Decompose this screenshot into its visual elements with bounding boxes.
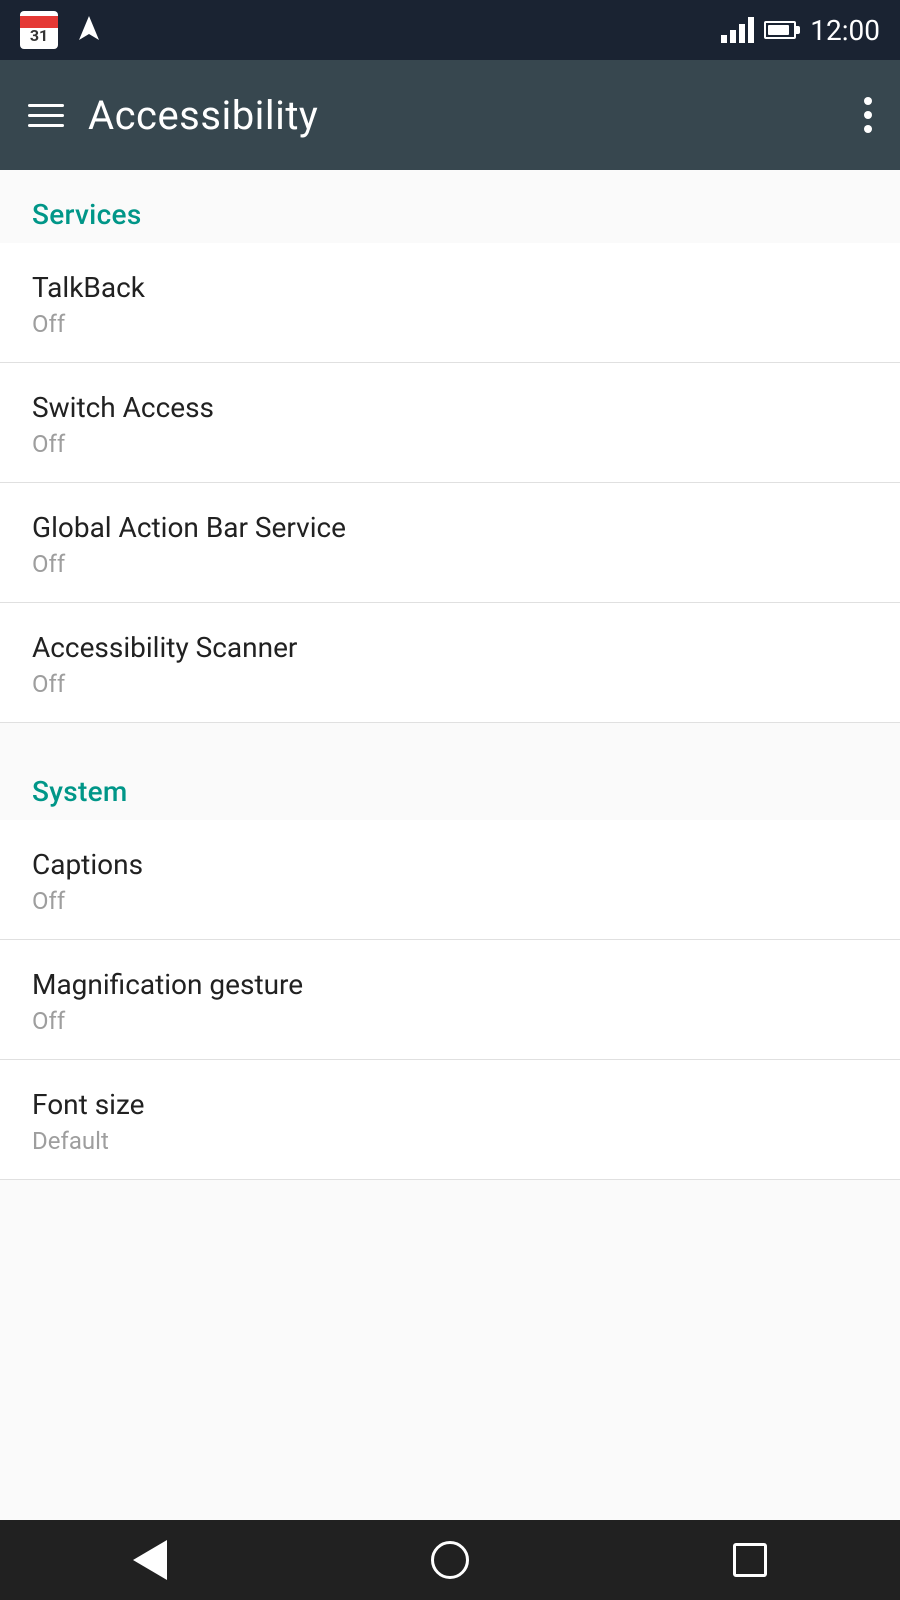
item-title-captions: Captions (32, 848, 868, 881)
list-item-switch-access[interactable]: Switch Access Off (0, 363, 900, 483)
menu-button[interactable] (28, 104, 64, 127)
section-header-services: Services (0, 170, 900, 243)
item-subtitle-global-action-bar: Off (32, 550, 868, 578)
item-title-magnification-gesture: Magnification gesture (32, 968, 868, 1001)
list-item-global-action-bar[interactable]: Global Action Bar Service Off (0, 483, 900, 603)
recents-icon (733, 1543, 767, 1577)
item-subtitle-switch-access: Off (32, 430, 868, 458)
item-subtitle-magnification-gesture: Off (32, 1007, 868, 1035)
page-title: Accessibility (88, 92, 318, 139)
status-left-icons: 31 (20, 11, 108, 49)
status-right-icons: 12:00 (721, 14, 880, 47)
back-icon (133, 1540, 167, 1580)
section-header-system: System (0, 747, 900, 820)
item-subtitle-accessibility-scanner: Off (32, 670, 868, 698)
calendar-icon: 31 (20, 11, 58, 49)
section-spacer (0, 723, 900, 747)
item-subtitle-captions: Off (32, 887, 868, 915)
recents-button[interactable] (720, 1530, 780, 1590)
home-button[interactable] (420, 1530, 480, 1590)
clock: 12:00 (810, 14, 880, 47)
list-item-font-size[interactable]: Font size Default (0, 1060, 900, 1180)
item-title-global-action-bar: Global Action Bar Service (32, 511, 868, 544)
more-options-button[interactable] (864, 97, 872, 133)
bottom-nav (0, 1520, 900, 1600)
battery-icon (764, 21, 800, 39)
app-bar: Accessibility (0, 60, 900, 170)
list-item-magnification-gesture[interactable]: Magnification gesture Off (0, 940, 900, 1060)
item-subtitle-talkback: Off (32, 310, 868, 338)
item-title-font-size: Font size (32, 1088, 868, 1121)
item-subtitle-font-size: Default (32, 1127, 868, 1155)
item-title-switch-access: Switch Access (32, 391, 868, 424)
signal-icon (721, 17, 754, 43)
list-item-accessibility-scanner[interactable]: Accessibility Scanner Off (0, 603, 900, 723)
item-title-talkback: TalkBack (32, 271, 868, 304)
notification-icon (70, 11, 108, 49)
calendar-date: 31 (30, 28, 48, 44)
back-button[interactable] (120, 1530, 180, 1590)
list-item-captions[interactable]: Captions Off (0, 820, 900, 940)
list-item-talkback[interactable]: TalkBack Off (0, 243, 900, 363)
home-icon (431, 1541, 469, 1579)
content-area: Services TalkBack Off Switch Access Off … (0, 170, 900, 1520)
status-bar: 31 12:00 (0, 0, 900, 60)
item-title-accessibility-scanner: Accessibility Scanner (32, 631, 868, 664)
